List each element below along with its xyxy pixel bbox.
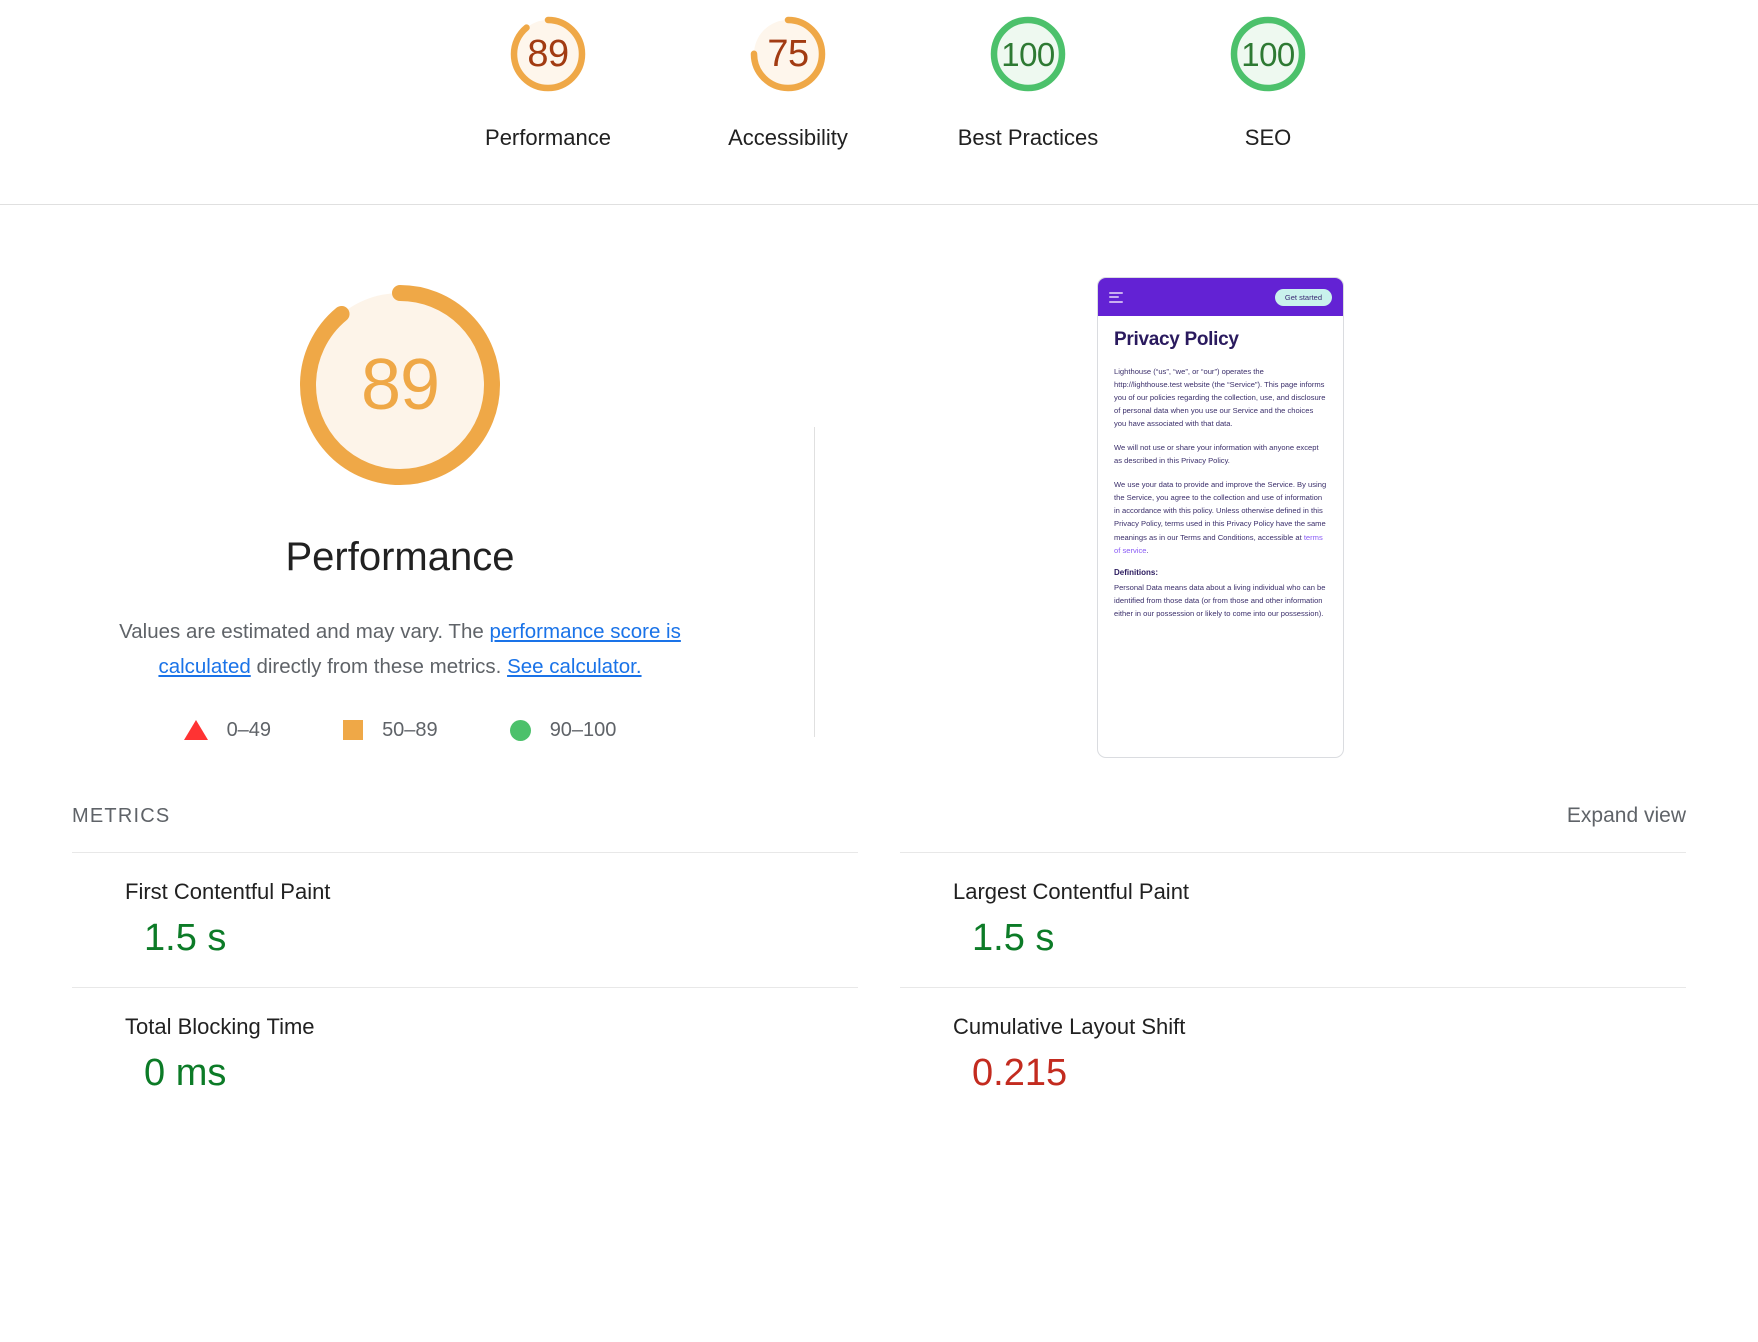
metric-header: Total Blocking Time	[104, 1014, 858, 1040]
metric-label: First Contentful Paint	[125, 879, 331, 904]
metric-header: Cumulative Layout Shift	[932, 1014, 1686, 1040]
triangle-icon	[183, 720, 208, 740]
metric-label: Total Blocking Time	[125, 1013, 315, 1039]
legend-label-fail: 0–49	[226, 718, 272, 741]
thumbnail-paragraph-2: We will not use or share your informatio…	[1114, 443, 1319, 466]
metric-header: First Contentful Paint	[104, 879, 858, 905]
performance-section: 89 Performance Values are estimated and …	[72, 205, 1686, 758]
score-gauge-accessibility[interactable]: 75 Accessibility	[668, 10, 908, 151]
gauge-label-performance: Performance	[485, 125, 611, 150]
gauge-value-best-practices: 100	[1001, 35, 1055, 73]
legend-item-fail: 0–49	[183, 718, 272, 742]
metric-value: 1.5 s	[144, 917, 227, 959]
legend-label-pass: 90–100	[549, 718, 617, 741]
gauge-label-best-practices: Best Practices	[957, 125, 1099, 150]
hamburger-icon	[1109, 291, 1123, 303]
metric-header: Largest Contentful Paint	[932, 879, 1686, 905]
desc-text-middle: directly from these metrics.	[250, 655, 508, 679]
performance-gauge: 89	[292, 277, 508, 493]
circle-icon	[509, 719, 531, 741]
metric-label: Cumulative Layout Shift	[953, 1013, 1186, 1039]
metrics-title: METRICS	[72, 804, 171, 827]
score-legend: 0–49 50–89 90–100	[183, 718, 617, 742]
score-gauge-best-practices[interactable]: 100 Best Practices	[908, 10, 1148, 151]
score-summary-bar: 89 Performance 75 Accessibility 100 Best…	[0, 0, 1758, 205]
gauge-ring-accessibility: 75	[744, 10, 832, 98]
performance-summary: 89 Performance Values are estimated and …	[72, 277, 728, 742]
score-gauge-seo[interactable]: 100 SEO	[1148, 10, 1388, 151]
desc-text-before: Values are estimated and may vary. The	[119, 620, 490, 643]
gauge-label-seo: SEO	[1244, 125, 1292, 150]
metric-first-contentful-paint[interactable]: First Contentful Paint 1.5 s	[72, 852, 858, 987]
report-body: 89 Performance Values are estimated and …	[0, 205, 1758, 1122]
metric-largest-contentful-paint[interactable]: Largest Contentful Paint 1.5 s	[900, 852, 1686, 987]
metrics-grid: First Contentful Paint 1.5 s Largest Con…	[72, 852, 1686, 1122]
final-screenshot: Get started Privacy Policy Lighthouse (“…	[1097, 277, 1344, 758]
gauge-ring-best-practices: 100	[984, 10, 1072, 98]
thumbnail-content: Privacy Policy Lighthouse (“us”, “we”, o…	[1098, 316, 1343, 620]
performance-gauge-value: 89	[360, 345, 440, 425]
thumbnail-paragraph-3-text: We use your data to provide and improve …	[1114, 480, 1327, 542]
metric-value: 0.215	[972, 1051, 1068, 1094]
thumbnail-paragraph-1: Lighthouse (“us”, “we”, or “our”) operat…	[1114, 367, 1326, 429]
thumbnail-definitions-heading: Definitions:	[1114, 567, 1158, 577]
metric-value: 0 ms	[144, 1051, 227, 1094]
gauge-ring-seo: 100	[1224, 10, 1312, 98]
performance-description: Values are estimated and may vary. The p…	[95, 614, 705, 685]
gauge-value-seo: 100	[1241, 35, 1295, 73]
metric-total-blocking-time[interactable]: Total Blocking Time 0 ms	[72, 986, 858, 1122]
get-started-button: Get started	[1274, 288, 1332, 306]
thumbnail-navbar: Get started	[1098, 278, 1343, 316]
performance-title: Performance	[285, 535, 515, 579]
gauge-ring-performance: 89	[504, 10, 592, 98]
metrics-header: METRICS Expand view	[72, 804, 1686, 828]
thumbnail-paragraph-3: We use your data to provide and improve …	[1114, 480, 1327, 555]
see-calculator-link[interactable]: See calculator.	[507, 655, 641, 678]
metric-label: Largest Contentful Paint	[953, 879, 1190, 904]
legend-item-average: 50–89	[343, 719, 438, 742]
thumbnail-definitions-body: Personal Data means data about a living …	[1114, 582, 1326, 618]
gauge-value-performance: 89	[527, 33, 569, 75]
metric-cumulative-layout-shift[interactable]: Cumulative Layout Shift 0.215	[900, 986, 1686, 1122]
thumbnail-heading: Privacy Policy	[1114, 329, 1239, 350]
square-icon	[343, 720, 364, 740]
metric-value: 1.5 s	[972, 917, 1055, 959]
expand-view-toggle[interactable]: Expand view	[1567, 804, 1686, 828]
gauge-value-accessibility: 75	[767, 33, 809, 75]
gauge-label-accessibility: Accessibility	[728, 125, 848, 150]
legend-item-pass: 90–100	[509, 718, 617, 742]
legend-label-average: 50–89	[382, 718, 438, 741]
final-screenshot-column: Get started Privacy Policy Lighthouse (“…	[815, 277, 1686, 758]
score-gauge-performance[interactable]: 89 Performance	[428, 10, 668, 151]
